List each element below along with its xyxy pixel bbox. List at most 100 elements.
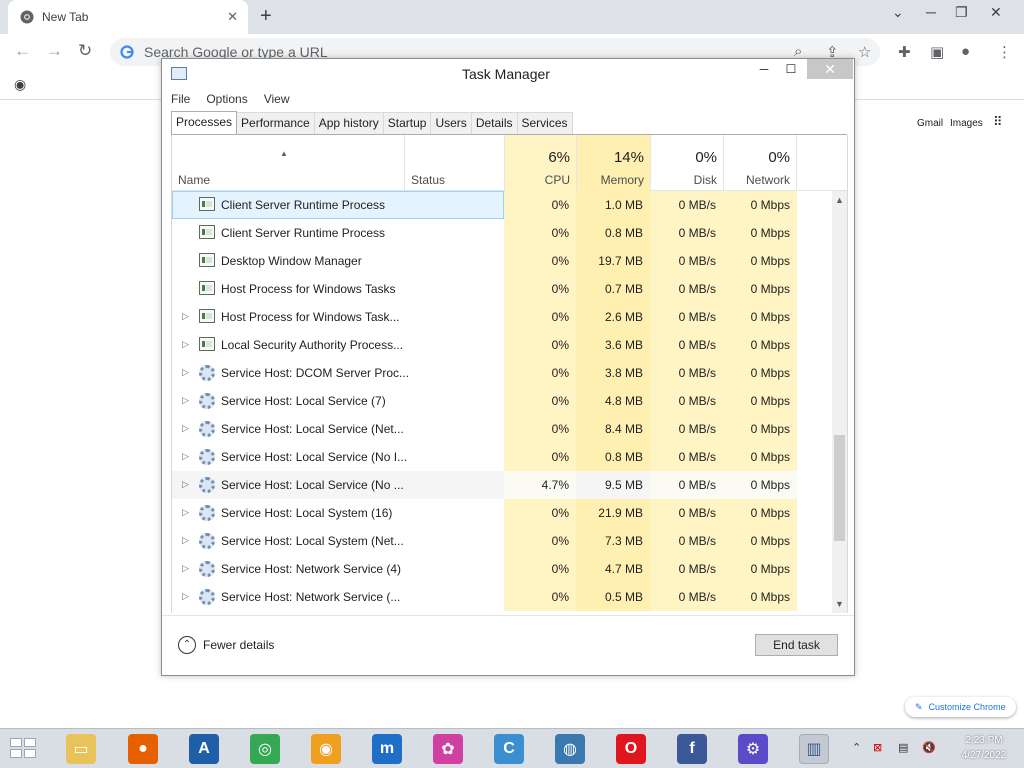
file-explorer-icon[interactable]: ▭ [66, 734, 96, 764]
windows-taskbar: ▭ ● A ◎ ◉ m ✿ C ◍ Of ⚙ ▥ ⌃ ⊠ ▤ 🔇 2:23 PM 4/27/2022 [0, 728, 1024, 768]
table-row[interactable]: ▷ Service Host: Local Service (No ... 4.7%… [172, 471, 832, 499]
close-window-icon[interactable]: ✕ [990, 4, 1002, 21]
table-row[interactable]: ▷ Service Host: Local Service (7) 0% 4.8 MB… [172, 387, 832, 415]
table-row[interactable]: ▷ Service Host: DCOM Server Proc... 0% 3.8 … [172, 359, 832, 387]
column-header-name[interactable]: Name [172, 135, 404, 191]
tab-close-icon[interactable]: ✕ [227, 9, 238, 25]
table-row[interactable]: ▷ Local Security Authority Process... 0% 3.… [172, 331, 832, 359]
forward-icon[interactable]: → [46, 41, 63, 61]
tray-chevron-icon[interactable]: ⌃ [852, 741, 861, 754]
header-status-label: Status [411, 173, 446, 187]
expand-chevron-icon[interactable]: ▷ [182, 451, 189, 462]
globe-browser-icon[interactable]: ◍ [555, 734, 585, 764]
app-a-icon[interactable]: A [189, 734, 219, 764]
chrome-icon[interactable]: ◎ [250, 734, 280, 764]
network-status-icon[interactable]: ⊠ [873, 741, 882, 754]
table-row[interactable]: ▷ Service Host: Local System (16) 0% 21.9 M… [172, 499, 832, 527]
task-manager-icon[interactable]: ▥ [799, 734, 829, 764]
vpn-icon[interactable]: ◉ [311, 734, 341, 764]
tm-maximize-icon[interactable]: ☐ [779, 59, 803, 79]
fewer-details-link[interactable]: Fewer details [203, 638, 274, 652]
ccleaner-icon[interactable]: C [494, 734, 524, 764]
end-task-button[interactable]: End task [755, 634, 838, 656]
restore-window-icon[interactable]: ❐ [955, 4, 968, 21]
expand-chevron-icon[interactable]: ▷ [182, 311, 189, 322]
column-header-network[interactable]: 0% Network [723, 135, 797, 191]
tab-users[interactable]: Users [430, 112, 472, 134]
images-link[interactable]: Images [950, 118, 983, 129]
cpu-value: 0% [504, 583, 576, 611]
firefox-icon[interactable]: ● [128, 734, 158, 764]
tab-performance[interactable]: Performance [236, 112, 315, 134]
tab-processes[interactable]: Processes [171, 111, 238, 134]
expand-chevron-icon[interactable]: ▷ [182, 339, 189, 350]
tab-app-history[interactable]: App history [313, 112, 384, 134]
menu-file[interactable]: File [164, 89, 197, 109]
table-row[interactable]: ▷ Host Process for Windows Task... 0% 2.6 M… [172, 303, 832, 331]
new-tab-button[interactable]: + [260, 5, 272, 28]
globe-bookmark-icon[interactable]: ◉ [14, 76, 26, 93]
column-header-memory[interactable]: 14% Memory [576, 135, 650, 191]
tm-minimize-icon[interactable]: ─ [752, 59, 776, 79]
minimize-window-icon[interactable]: ─ [926, 4, 936, 20]
table-row[interactable]: ▷ Service Host: Local Service (Net... 0% 8.… [172, 415, 832, 443]
task-manager-title-bar[interactable]: Task Manager ─ ☐ ✕ [162, 59, 854, 89]
tab-services[interactable]: Services [516, 112, 573, 134]
table-row[interactable]: Client Server Runtime Process 0% 1.0 MB 0 M… [172, 191, 832, 219]
gmail-link[interactable]: Gmail [917, 118, 943, 129]
column-header-status[interactable]: Status [404, 135, 504, 191]
opera-icon[interactable]: O [616, 734, 646, 764]
menu-options[interactable]: Options [199, 89, 254, 109]
column-header-cpu[interactable]: 6% CPU [504, 135, 576, 191]
expand-chevron-icon[interactable]: ▷ [182, 507, 189, 518]
menu-view[interactable]: View [257, 89, 297, 109]
table-row[interactable]: ▷ Service Host: Network Service (... 0% 0.5… [172, 583, 832, 611]
expand-chevron-icon[interactable]: ▷ [182, 367, 189, 378]
table-row[interactable]: Host Process for Windows Tasks 0% 0.7 MB 0 … [172, 275, 832, 303]
customize-chrome-button[interactable]: ✎ Customize Chrome [905, 697, 1016, 717]
process-name: Service Host: Local System (Net... [221, 534, 404, 548]
table-row[interactable]: ▷ Service Host: Local Service (No I... 0% 0… [172, 443, 832, 471]
tab-startup[interactable]: Startup [382, 112, 432, 134]
scroll-up-icon[interactable]: ▲ [832, 193, 847, 207]
network-value: 0 Mbps [723, 219, 797, 247]
tab-new-tab[interactable]: New Tab ✕ [8, 0, 248, 34]
tm-close-button[interactable]: ✕ [807, 59, 853, 79]
task-manager-footer: ⌃ Fewer details End task [162, 615, 854, 675]
chevron-up-circle-icon[interactable]: ⌃ [178, 636, 196, 654]
disk-value: 0 MB/s [650, 527, 723, 555]
column-header-disk[interactable]: 0% Disk [650, 135, 723, 191]
table-row[interactable]: Desktop Window Manager 0% 19.7 MB 0 MB/s 0 M… [172, 247, 832, 275]
facebook-icon[interactable]: f [677, 734, 707, 764]
expand-chevron-icon[interactable]: ▷ [182, 479, 189, 490]
table-row[interactable]: ▷ Service Host: Local System (Net... 0% 7.3… [172, 527, 832, 555]
table-row[interactable]: Client Server Runtime Process 0% 0.8 MB 0 M… [172, 219, 832, 247]
extensions-icon[interactable]: ✚ [898, 43, 911, 61]
tab-search-icon[interactable]: ⌄ [892, 4, 904, 21]
vertical-scrollbar[interactable]: ▲ ▼ [832, 191, 847, 613]
table-row[interactable]: ▷ Service Host: Network Service (4) 0% 4.7 … [172, 555, 832, 583]
expand-chevron-icon[interactable]: ▷ [182, 423, 189, 434]
side-panel-icon[interactable]: ▣ [930, 43, 944, 61]
system-clock[interactable]: 2:23 PM 4/27/2022 [952, 733, 1016, 763]
expand-chevron-icon[interactable]: ▷ [182, 591, 189, 602]
scroll-thumb[interactable] [834, 435, 845, 541]
expand-chevron-icon[interactable]: ▷ [182, 395, 189, 406]
display-icon[interactable]: ▤ [898, 741, 908, 754]
profile-avatar-icon[interactable]: ● [961, 43, 970, 60]
tab-details[interactable]: Details [470, 112, 518, 134]
maxthon-icon[interactable]: m [372, 734, 402, 764]
back-icon[interactable]: ← [14, 41, 31, 61]
menu-kebab-icon[interactable]: ⋮ [997, 43, 1012, 61]
settings-icon[interactable]: ⚙ [738, 734, 768, 764]
expand-chevron-icon[interactable]: ▷ [182, 535, 189, 546]
bookmark-star-icon[interactable]: ☆ [858, 43, 871, 61]
start-button[interactable] [10, 738, 38, 760]
reload-icon[interactable]: ↻ [78, 41, 92, 61]
colorful-browser-icon[interactable]: ✿ [433, 734, 463, 764]
volume-muted-icon[interactable]: 🔇 [922, 741, 936, 754]
apps-grid-icon[interactable]: ⠿ [993, 114, 1003, 130]
scroll-down-icon[interactable]: ▼ [832, 597, 847, 611]
expand-chevron-icon[interactable]: ▷ [182, 563, 189, 574]
cpu-value: 0% [504, 247, 576, 275]
